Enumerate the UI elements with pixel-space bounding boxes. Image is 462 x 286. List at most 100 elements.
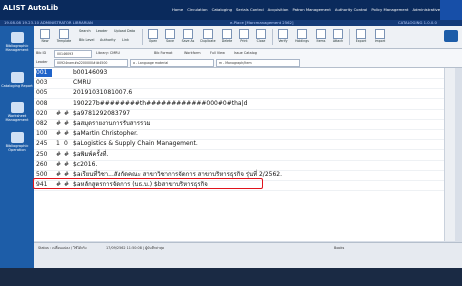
leader-field[interactable]: 00924nam#a2200000#i#4500 (54, 59, 128, 67)
marc-tag: 100 (36, 130, 48, 138)
field-value[interactable]: $c2016. (73, 161, 97, 169)
tab-workform[interactable]: Workform (184, 51, 201, 55)
tab-full-view[interactable]: Full View (210, 51, 225, 55)
leader-checkbox[interactable]: Leader (96, 29, 108, 33)
record-toolbar: New Template Search Leader Upload Data B… (34, 26, 462, 49)
workspace-title: e-Place [Marcmanagement 2562] (230, 20, 294, 25)
close-icon (256, 29, 266, 39)
app-window: ALIST AutoLib Home Circulation Catalogin… (0, 0, 462, 286)
tab-bib-format[interactable]: Bib Format (154, 51, 172, 55)
panel-toggle-button[interactable] (444, 30, 458, 42)
field-value[interactable]: CMRU (73, 79, 91, 87)
sidebar-item-operation[interactable]: Bibliographic Operation (0, 130, 34, 156)
material-type: Books (334, 246, 345, 250)
annotation-highlight-box (33, 178, 263, 189)
module-version: CATALOGING 1.0.0.0 (398, 20, 437, 25)
sidebar-item-worksheet[interactable]: Worksheet Management (0, 100, 34, 126)
close-button[interactable]: Close (254, 29, 268, 46)
record-type-select[interactable]: a - Language material (130, 59, 214, 67)
indicator-2: # (64, 120, 70, 127)
help-button[interactable] (440, 0, 462, 20)
import-icon (375, 29, 385, 39)
toolbar-divider (142, 29, 143, 45)
link-checkbox[interactable]: Link (122, 38, 129, 42)
items-button[interactable]: Items (314, 29, 328, 46)
export-button[interactable]: Export (353, 29, 369, 46)
indicator-2: # (64, 160, 70, 168)
marc-tag: 003 (36, 79, 48, 87)
field-value[interactable]: b00146093 (73, 69, 107, 77)
report-icon (10, 72, 24, 83)
indicator-1: # (56, 150, 62, 158)
save-as-icon (183, 29, 193, 39)
indicator-1: # (56, 120, 62, 127)
indicator-2: 0 (64, 140, 68, 148)
holdings-icon (297, 29, 307, 39)
status-bar: Status : เปลี่ยนแปลง / ใช้ได้จริง 17/09/… (34, 242, 462, 269)
menu-item-policy[interactable]: Policy Management (371, 7, 408, 12)
marc-record-editor: 001 b00146093 003 CMRU 005 20191031081007.6 00… (34, 68, 444, 241)
holdings-button[interactable]: Holdings (293, 29, 311, 46)
top-menu-bar: ALIST AutoLib Home Circulation Catalogin… (0, 0, 462, 20)
field-value[interactable]: $aสมุดรายงานการรับสารรวม (73, 120, 151, 128)
indicator-2: # (64, 150, 70, 158)
indicator-2: # (64, 130, 70, 138)
toolbar-divider (272, 29, 273, 45)
save-icon (165, 29, 175, 39)
marc-tag: 082 (36, 120, 48, 127)
tab-issue-catalog[interactable]: Issue Catalog (234, 51, 257, 55)
indicator-1: # (56, 160, 62, 168)
delete-icon (222, 29, 232, 39)
indicator-1: 1 (56, 140, 60, 148)
sidebar-item-report[interactable]: Cataloging Report (0, 70, 34, 96)
field-value[interactable]: $a9781292083797 (73, 110, 130, 118)
os-taskbar (0, 268, 462, 286)
items-icon (316, 29, 326, 39)
save-as-button[interactable]: Save As (180, 29, 196, 46)
verify-button[interactable]: Verify (276, 29, 290, 46)
menu-item-patron[interactable]: Patron Management (292, 7, 330, 12)
save-button[interactable]: Save (163, 29, 177, 46)
list-icon (10, 102, 24, 113)
indicator-2: # (64, 109, 70, 117)
template-button[interactable]: Template (55, 29, 73, 46)
sidebar-item-bibliographic[interactable]: Bibliographic Management (0, 30, 34, 56)
indicator-1: # (56, 109, 62, 117)
bib-id-field[interactable]: 00146093 (54, 50, 92, 58)
field-value[interactable]: $aMartin Christopher. (73, 130, 138, 138)
new-button[interactable]: New (38, 29, 52, 46)
search-checkbox[interactable]: Search (79, 29, 91, 33)
library-label: Library: CMRU (96, 51, 120, 55)
open-button[interactable]: Open (146, 29, 160, 46)
marc-tag: 020 (36, 109, 48, 117)
menu-item-serials[interactable]: Serials Control (236, 7, 264, 12)
authority-checkbox[interactable]: Authority (100, 38, 116, 42)
bib-level-checkbox[interactable]: Bib Level (79, 38, 94, 42)
menu-item-acquisition[interactable]: Acquisition (268, 7, 289, 12)
delete-button[interactable]: Delete (220, 29, 234, 46)
attach-button[interactable]: Attach (331, 29, 345, 46)
print-button[interactable]: Print (237, 29, 251, 46)
menu-item-circulation[interactable]: Circulation (187, 7, 207, 12)
session-info: 19.08.08 19.23.10 ADMINISTRATOR LIBRARIA… (4, 20, 93, 25)
duplicate-button[interactable]: Duplicate (199, 29, 217, 46)
export-icon (356, 29, 366, 39)
marc-tag: 005 (36, 89, 48, 97)
last-modified: 17/09/2562 11:50:08 | ผู้บันทึกล่าสุด (106, 246, 165, 250)
marc-tag: 250 (36, 150, 48, 158)
field-value[interactable]: 190227b########th############000#0#tha|d (73, 100, 247, 108)
print-icon (239, 29, 249, 39)
field-value[interactable]: 20191031081007.6 (73, 89, 132, 97)
menu-item-authority[interactable]: Authority Control (335, 7, 368, 12)
copy-icon (203, 29, 213, 39)
menu-item-home[interactable]: Home (172, 7, 183, 12)
field-value[interactable]: $aLogistics & Supply Chain Management. (73, 140, 198, 148)
upload-checkbox[interactable]: Upload Data (114, 29, 135, 33)
editor-scrollbar[interactable] (444, 68, 455, 241)
template-icon (59, 29, 69, 39)
import-button[interactable]: Import (372, 29, 388, 46)
leader-row: Leader 00924nam#a2200000#i#4500 a - Lang… (34, 58, 462, 68)
menu-item-cataloging[interactable]: Cataloging (212, 7, 232, 12)
bib-level-select[interactable]: m - Monograph/item (216, 59, 300, 67)
field-value[interactable]: $aพิมพ์ครั้งที่. (73, 151, 108, 159)
